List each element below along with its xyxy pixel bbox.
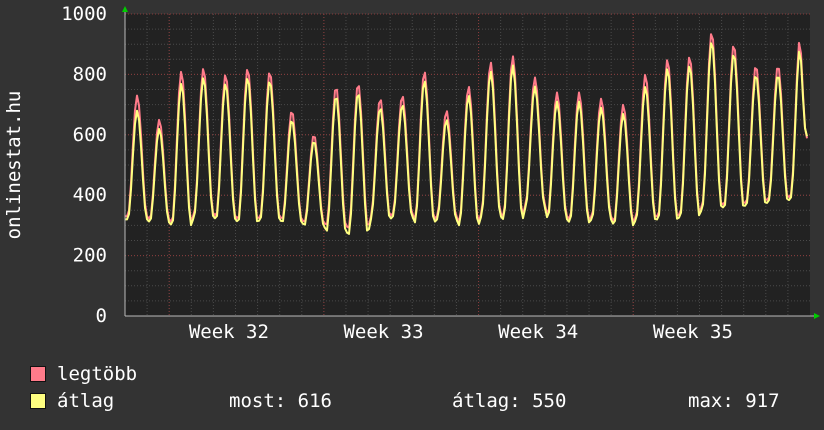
y-axis-title: onlinestat.hu bbox=[3, 91, 25, 240]
stat-most: most: 616 bbox=[229, 390, 332, 412]
x-tick-label: Week 34 bbox=[498, 321, 578, 343]
stat-atlag: átlag: 550 bbox=[452, 390, 567, 412]
atlag-swatch bbox=[30, 393, 46, 409]
y-tick-label: 400 bbox=[73, 184, 107, 206]
legtobb-swatch bbox=[30, 366, 46, 382]
legend-label: átlag bbox=[57, 390, 115, 412]
y-axis-arrow bbox=[122, 6, 128, 12]
y-tick-label: 200 bbox=[73, 245, 107, 267]
legend-label: legtöbb bbox=[57, 363, 138, 385]
line-chart: 0 200 400 600 800 1000 Week 32 Week 33 Week 34 We… bbox=[3, 3, 820, 343]
y-tick-label: 1000 bbox=[61, 3, 107, 25]
legend-item-legtobb: legtöbb bbox=[30, 362, 137, 386]
y-tick-label: 600 bbox=[73, 124, 107, 146]
stat-max: max: 917 bbox=[688, 390, 780, 412]
y-tick-label: 800 bbox=[73, 63, 107, 85]
x-tick-label: Week 33 bbox=[343, 321, 423, 343]
chart-container: 0 200 400 600 800 1000 Week 32 Week 33 Week 34 We… bbox=[0, 0, 824, 430]
x-axis-arrow bbox=[814, 313, 820, 319]
legend-item-atlag: átlag bbox=[30, 389, 114, 413]
x-tick-label: Week 32 bbox=[189, 321, 269, 343]
y-tick-label: 0 bbox=[96, 305, 107, 327]
x-tick-label: Week 35 bbox=[653, 321, 733, 343]
